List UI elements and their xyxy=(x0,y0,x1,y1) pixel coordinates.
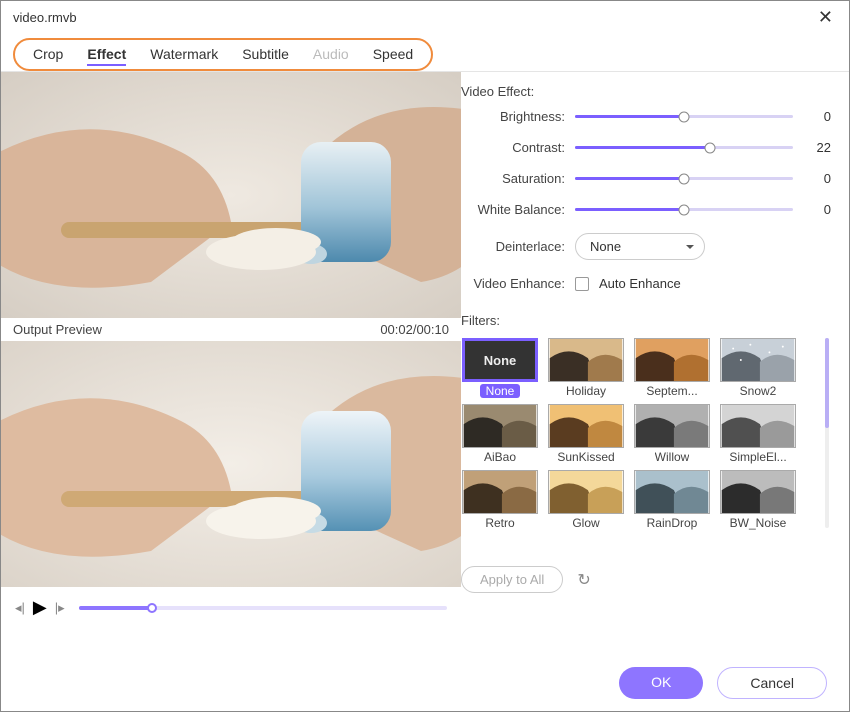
white-balance-value: 0 xyxy=(803,202,831,217)
next-frame-icon[interactable]: |▸ xyxy=(55,600,65,616)
prev-frame-icon[interactable]: ◂| xyxy=(15,600,25,616)
filter-label: Retro xyxy=(485,516,514,530)
ok-button[interactable]: OK xyxy=(619,667,703,699)
filter-label: Willow xyxy=(655,450,690,464)
contrast-slider[interactable] xyxy=(575,146,793,149)
titlebar: video.rmvb ✕ xyxy=(1,1,849,34)
filter-thumb[interactable] xyxy=(462,404,538,448)
contrast-value: 22 xyxy=(803,140,831,155)
play-icon[interactable]: ▶ xyxy=(33,597,47,618)
video-effect-label: Video Effect: xyxy=(461,84,831,99)
filter-glow[interactable]: Glow xyxy=(547,470,625,530)
filters-container: None None Holiday Septem... Snow2 AiBao SunKis… xyxy=(461,338,831,556)
filter-snow2[interactable]: Snow2 xyxy=(719,338,797,398)
filter-thumb[interactable] xyxy=(462,470,538,514)
filter-label: Holiday xyxy=(566,384,606,398)
timecode: 00:02/00:10 xyxy=(380,322,449,337)
brightness-slider[interactable] xyxy=(575,115,793,118)
filter-thumb[interactable] xyxy=(720,470,796,514)
filter-thumb[interactable] xyxy=(720,338,796,382)
reset-icon[interactable]: ↻ xyxy=(577,570,590,590)
filter-label: Glow xyxy=(572,516,599,530)
saturation-value: 0 xyxy=(803,171,831,186)
close-icon[interactable]: ✕ xyxy=(814,7,837,28)
slider-thumb[interactable] xyxy=(705,142,716,153)
filter-aibao[interactable]: AiBao xyxy=(461,404,539,464)
filter-thumb[interactable] xyxy=(548,404,624,448)
filter-thumb[interactable] xyxy=(634,404,710,448)
tab-effect[interactable]: Effect xyxy=(87,44,126,66)
playback-controls: ◂| ▶ |▸ xyxy=(1,587,461,628)
filter-thumb[interactable]: None xyxy=(462,338,538,382)
filter-label: None xyxy=(480,384,521,398)
filter-willow[interactable]: Willow xyxy=(633,404,711,464)
auto-enhance-text: Auto Enhance xyxy=(599,276,681,291)
brightness-value: 0 xyxy=(803,109,831,124)
saturation-label: Saturation: xyxy=(461,171,565,186)
filters-label: Filters: xyxy=(461,313,831,328)
cancel-button[interactable]: Cancel xyxy=(717,667,827,699)
output-preview-label: Output Preview xyxy=(13,322,102,337)
filter-label: Snow2 xyxy=(740,384,777,398)
filter-label: BW_Noise xyxy=(730,516,787,530)
slider-thumb[interactable] xyxy=(679,204,690,215)
tab-audio: Audio xyxy=(313,44,349,66)
source-preview xyxy=(1,72,461,318)
filter-retro[interactable]: Retro xyxy=(461,470,539,530)
deinterlace-label: Deinterlace: xyxy=(461,239,565,254)
white-balance-slider[interactable] xyxy=(575,208,793,211)
output-preview xyxy=(1,341,461,587)
apply-to-all-button[interactable]: Apply to All xyxy=(461,566,563,593)
contrast-label: Contrast: xyxy=(461,140,565,155)
auto-enhance-checkbox[interactable] xyxy=(575,277,589,291)
filters-scrollbar[interactable] xyxy=(825,338,829,528)
video-enhance-label: Video Enhance: xyxy=(461,276,565,291)
filter-thumb[interactable] xyxy=(548,470,624,514)
filter-simpleel[interactable]: SimpleEl... xyxy=(719,404,797,464)
tab-bar: Crop Effect Watermark Subtitle Audio Spe… xyxy=(13,38,433,71)
filter-label: AiBao xyxy=(484,450,516,464)
seek-thumb[interactable] xyxy=(147,603,157,613)
filter-label: RainDrop xyxy=(647,516,698,530)
filter-sunkissed[interactable]: SunKissed xyxy=(547,404,625,464)
deinterlace-select[interactable]: None xyxy=(575,233,705,260)
filter-bwnoise[interactable]: BW_Noise xyxy=(719,470,797,530)
filter-thumb[interactable] xyxy=(720,404,796,448)
preview-panel: Output Preview 00:02/00:10 xyxy=(1,72,461,662)
filter-none-text: None xyxy=(484,353,517,368)
tab-watermark[interactable]: Watermark xyxy=(150,44,218,66)
saturation-slider[interactable] xyxy=(575,177,793,180)
filter-none[interactable]: None None xyxy=(461,338,539,398)
preview-info-row: Output Preview 00:02/00:10 xyxy=(1,318,461,341)
filter-label: Septem... xyxy=(646,384,697,398)
filter-thumb[interactable] xyxy=(548,338,624,382)
white-balance-label: White Balance: xyxy=(461,202,565,217)
filter-raindrop[interactable]: RainDrop xyxy=(633,470,711,530)
slider-thumb[interactable] xyxy=(679,111,690,122)
filter-thumb[interactable] xyxy=(634,338,710,382)
filter-label: SunKissed xyxy=(557,450,614,464)
filter-septem[interactable]: Septem... xyxy=(633,338,711,398)
footer-buttons: OK Cancel xyxy=(619,667,827,699)
window-title: video.rmvb xyxy=(13,10,77,25)
effects-panel: Video Effect: Brightness: 0 Contrast: 22… xyxy=(461,72,849,662)
tabs-container: Crop Effect Watermark Subtitle Audio Spe… xyxy=(1,34,849,72)
filter-holiday[interactable]: Holiday xyxy=(547,338,625,398)
tab-subtitle[interactable]: Subtitle xyxy=(242,44,289,66)
deinterlace-value: None xyxy=(590,239,621,254)
filter-thumb[interactable] xyxy=(634,470,710,514)
filter-label: SimpleEl... xyxy=(729,450,786,464)
tab-speed[interactable]: Speed xyxy=(373,44,413,66)
brightness-label: Brightness: xyxy=(461,109,565,124)
tab-crop[interactable]: Crop xyxy=(33,44,63,66)
seek-slider[interactable] xyxy=(79,606,447,610)
video-effect-dialog: video.rmvb ✕ Crop Effect Watermark Subti… xyxy=(0,0,850,712)
slider-thumb[interactable] xyxy=(679,173,690,184)
